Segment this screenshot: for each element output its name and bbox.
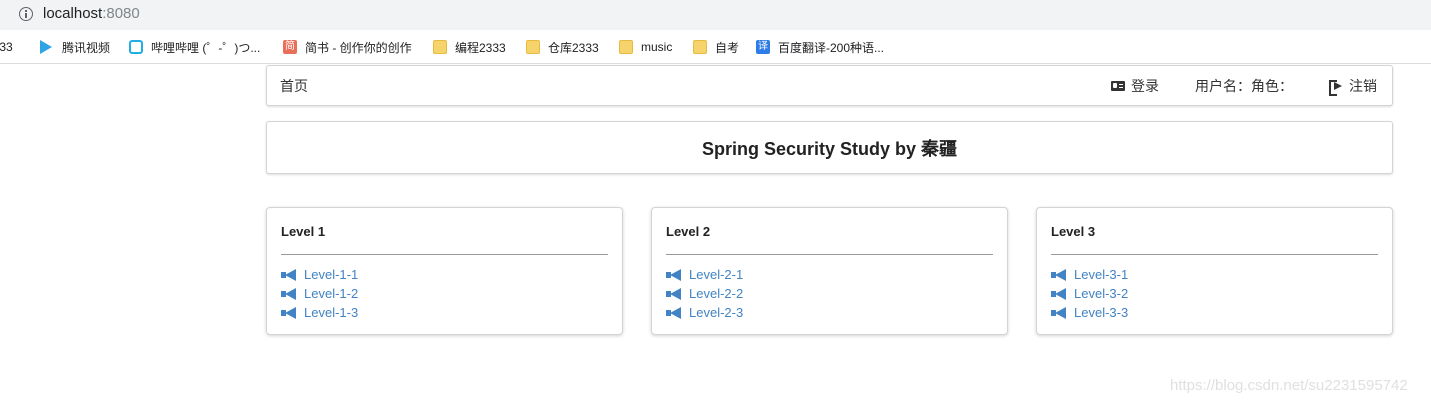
link-label: Level-3-3 <box>1074 305 1129 320</box>
level-3-card: Level 3 Level-3-1 Level-3-2 Level-3-3 <box>1036 207 1393 335</box>
link-label: Level-1-1 <box>304 267 359 282</box>
card-title: Level 3 <box>1051 224 1096 239</box>
home-link[interactable]: 首页 <box>280 66 308 105</box>
level-1-3-link[interactable]: Level-1-3 <box>281 303 358 322</box>
bookmark-biancheng[interactable]: 编程2333 <box>433 39 506 55</box>
bookmark-bilibili[interactable]: 哔哩哔哩 (゜-゜)つ... <box>129 39 260 55</box>
login-link[interactable]: 登录 <box>1111 66 1159 105</box>
bullhorn-icon <box>1051 268 1067 281</box>
link-label: Level-2-2 <box>689 286 744 301</box>
bookmark-jianshu[interactable]: 简 简书 - 创作你的创作 <box>283 39 412 55</box>
link-label: Level-2-3 <box>689 305 744 320</box>
bookmark-label: 2333 <box>0 40 13 54</box>
tencent-video-icon <box>40 40 54 54</box>
bookmark-baidu-fanyi[interactable]: 译 百度翻译-200种语... <box>756 39 884 55</box>
user-role-label: 用户名：角色： <box>1195 77 1293 94</box>
home-label: 首页 <box>280 77 308 94</box>
link-label: Level-1-2 <box>304 286 359 301</box>
bookmark-2333[interactable]: 2333 <box>0 39 13 55</box>
bullhorn-icon <box>1051 287 1067 300</box>
level-2-card: Level 2 Level-2-1 Level-2-2 Level-2-3 <box>651 207 1008 335</box>
level-1-2-link[interactable]: Level-1-2 <box>281 284 358 303</box>
card-title: Level 1 <box>281 224 326 239</box>
top-menu: 首页 登录 用户名：角色： 注销 <box>266 65 1393 106</box>
folder-icon <box>619 40 633 54</box>
bullhorn-icon <box>281 306 297 319</box>
bullhorn-icon <box>281 287 297 300</box>
link-label: Level-3-1 <box>1074 267 1129 282</box>
link-label: Level-3-2 <box>1074 286 1129 301</box>
logout-label: 注销 <box>1349 77 1377 94</box>
bullhorn-icon <box>666 287 682 300</box>
url-text[interactable]: localhost:8080 <box>43 5 140 22</box>
bookmark-cangku[interactable]: 仓库2333 <box>526 39 599 55</box>
login-label: 登录 <box>1131 77 1159 94</box>
folder-icon <box>693 40 707 54</box>
bullhorn-icon <box>666 306 682 319</box>
bookmark-zikao[interactable]: 自考 <box>693 39 739 55</box>
watermark-text: https://blog.csdn.net/su2231595742 <box>1170 377 1408 394</box>
logout-link[interactable]: 注销 <box>1329 66 1377 105</box>
link-label: Level-1-3 <box>304 305 359 320</box>
folder-icon <box>433 40 447 54</box>
level-2-1-link[interactable]: Level-2-1 <box>666 265 743 284</box>
level-1-1-link[interactable]: Level-1-1 <box>281 265 358 284</box>
bookmark-label: 简书 - 创作你的创作 <box>305 40 412 55</box>
card-title: Level 2 <box>666 224 711 239</box>
bookmark-label: 百度翻译-200种语... <box>778 40 885 55</box>
bullhorn-icon <box>666 268 682 281</box>
card-divider <box>281 254 608 255</box>
user-role-text: 用户名：角色： <box>1195 66 1293 105</box>
level-3-1-link[interactable]: Level-3-1 <box>1051 265 1128 284</box>
bookmark-label: 腾讯视频 <box>62 40 111 55</box>
card-divider <box>1051 254 1378 255</box>
site-info-icon[interactable] <box>19 7 33 21</box>
jianshu-icon: 简 <box>283 40 297 54</box>
bullhorn-icon <box>1051 306 1067 319</box>
bookmark-music[interactable]: music <box>619 39 672 55</box>
bookmark-tencent-video[interactable]: 腾讯视频 <box>40 39 110 55</box>
address-bar[interactable]: localhost:8080 <box>0 0 1431 30</box>
bookmark-label: 仓库2333 <box>548 40 599 55</box>
bookmark-label: 自考 <box>715 40 740 55</box>
bookmark-label: 哔哩哔哩 (゜-゜)つ... <box>151 40 261 55</box>
bookmarks-bar: 2333 腾讯视频 哔哩哔哩 (゜-゜)つ... 简 简书 - 创作你的创作 编… <box>0 30 1431 64</box>
level-3-3-link[interactable]: Level-3-3 <box>1051 303 1128 322</box>
bookmark-label: music <box>641 40 673 54</box>
bullhorn-icon <box>281 268 297 281</box>
sign-out-icon <box>1329 79 1343 96</box>
folder-icon <box>526 40 540 54</box>
level-3-2-link[interactable]: Level-3-2 <box>1051 284 1128 303</box>
level-1-card: Level 1 Level-1-1 Level-1-2 Level-1-3 <box>266 207 623 335</box>
level-2-3-link[interactable]: Level-2-3 <box>666 303 743 322</box>
url-host: localhost <box>43 5 103 22</box>
id-card-icon <box>1111 80 1125 91</box>
bookmark-label: 编程2333 <box>455 40 506 55</box>
link-label: Level-2-1 <box>689 267 744 282</box>
level-2-2-link[interactable]: Level-2-2 <box>666 284 743 303</box>
page-title: Spring Security Study by 秦疆 <box>701 138 958 159</box>
card-divider <box>666 254 993 255</box>
title-segment: Spring Security Study by 秦疆 <box>266 121 1393 174</box>
url-port: :8080 <box>102 5 140 22</box>
bilibili-icon <box>129 40 143 54</box>
baidu-fanyi-icon: 译 <box>756 40 770 54</box>
